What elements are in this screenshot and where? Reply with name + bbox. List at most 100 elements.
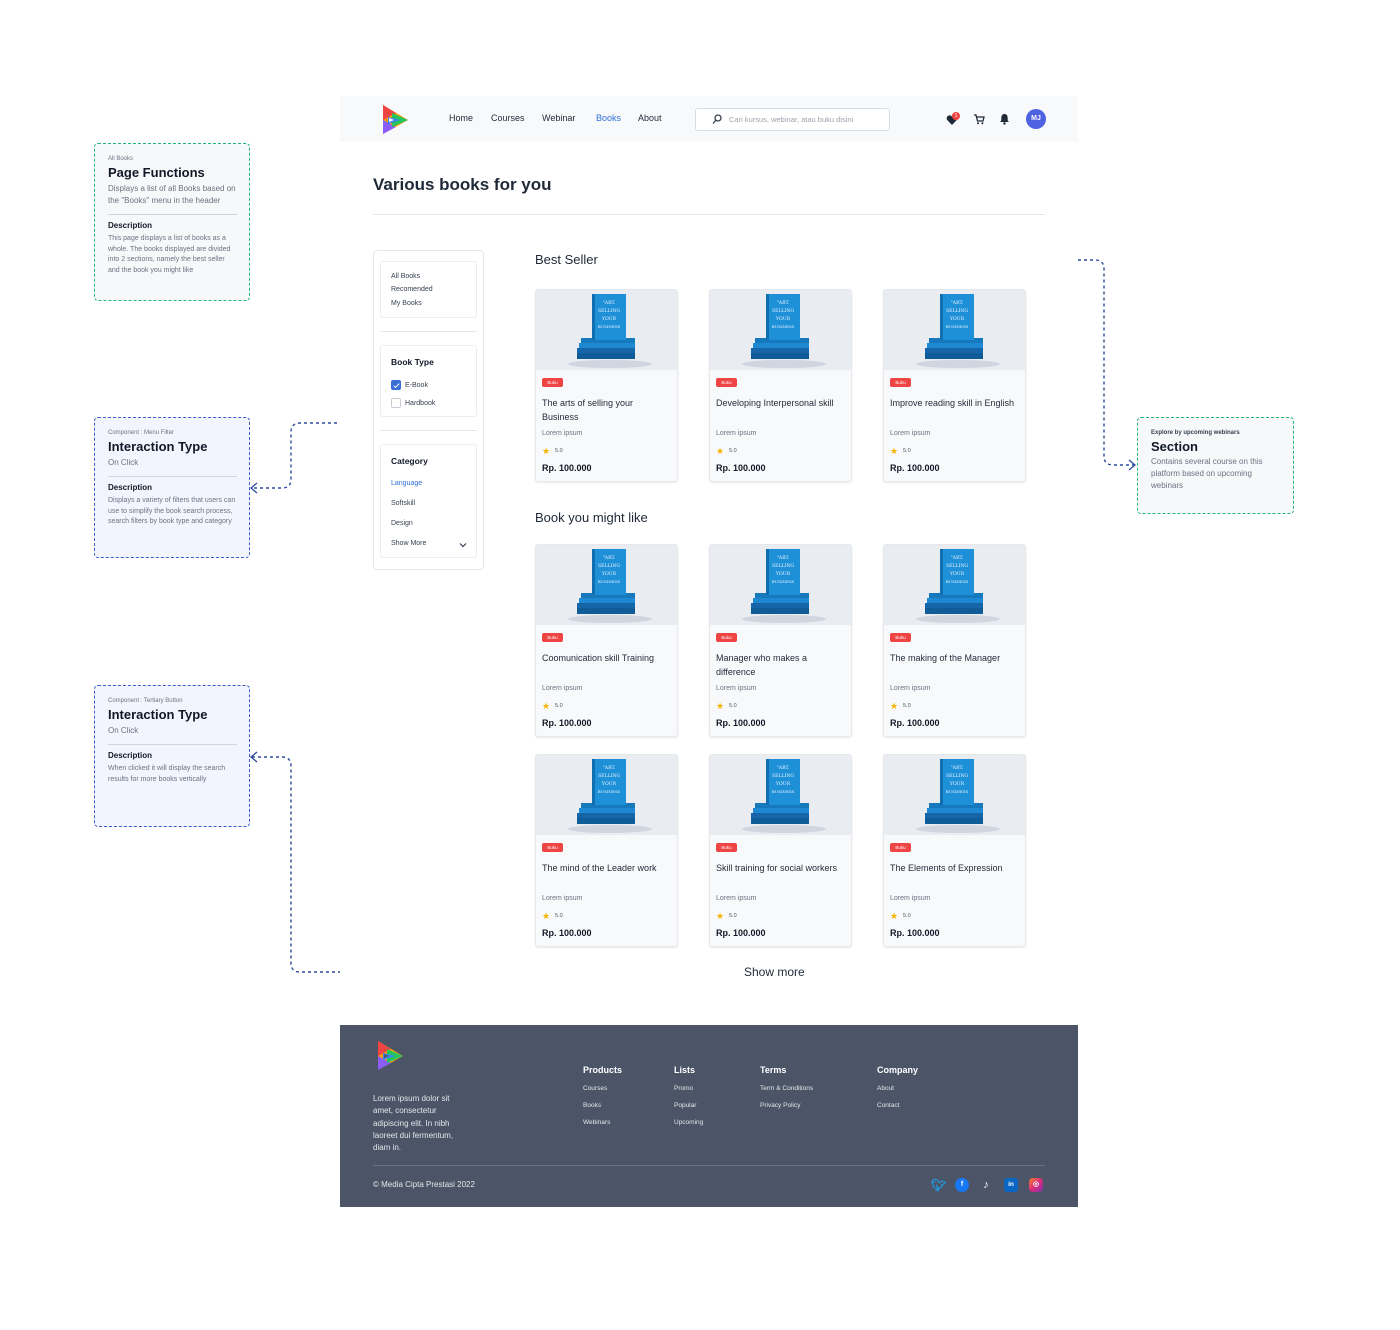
book-card[interactable]: "ART. SELLING YOUR BUSINESS Buku Manager who … — [709, 544, 852, 737]
category-language[interactable]: Language — [391, 480, 422, 487]
book-card[interactable]: "ART. SELLING YOUR BUSINESS Buku Coomunicatio… — [535, 544, 678, 737]
note-divider — [108, 476, 237, 477]
search-icon — [712, 114, 722, 124]
note-title: Interaction Type — [108, 439, 208, 454]
show-more-button[interactable]: Show more — [744, 965, 805, 979]
book-card[interactable]: "ART. SELLING YOUR BUSINESS Buku The mind of … — [535, 754, 678, 947]
footer-link-popular[interactable]: Popular — [674, 1102, 703, 1109]
footer-col-terms: Terms Term & Conditions Privacy Policy — [760, 1065, 813, 1119]
star-icon: ★ — [542, 446, 551, 456]
footer-link-privacy[interactable]: Privacy Policy — [760, 1102, 813, 1109]
nav-home[interactable]: Home — [449, 113, 473, 123]
book-card[interactable]: "ART. SELLING YOUR BUSINESS Buku The making o… — [883, 544, 1026, 737]
note-description-text: When clicked it will display the search … — [108, 765, 226, 783]
book-title: The making of the Manager — [890, 653, 1001, 663]
book-type-tag: Buku — [716, 633, 737, 642]
footer-link-books[interactable]: Books — [583, 1102, 622, 1109]
category-softskill[interactable]: Softskill — [391, 500, 415, 507]
note-description-heading: Description — [108, 751, 153, 760]
footer-link-courses[interactable]: Courses — [583, 1085, 622, 1092]
book-card[interactable]: "ART. SELLING YOUR BUSINESS Buku The arts of … — [535, 289, 678, 482]
book-cover-image: "ART. SELLING YOUR BUSINESS — [536, 290, 677, 370]
nav-books[interactable]: Books — [596, 113, 621, 123]
book-card[interactable]: "ART. SELLING YOUR BUSINESS Buku Improve read… — [883, 289, 1026, 482]
book-description: Lorem ipsum — [890, 685, 931, 692]
book-price: Rp. 100.000 — [542, 718, 592, 728]
note-description-heading: Description — [108, 483, 153, 492]
svg-text:YOUR: YOUR — [775, 781, 791, 787]
svg-text:SELLING: SELLING — [946, 308, 968, 314]
nav-courses[interactable]: Courses — [491, 113, 525, 123]
note-overline: Explore by upcoming webinars — [1151, 430, 1240, 436]
brand-logo[interactable] — [380, 103, 410, 135]
chevron-down-icon[interactable] — [459, 542, 467, 548]
star-icon: ★ — [890, 911, 899, 921]
svg-text:BUSINESS: BUSINESS — [598, 324, 621, 329]
tertiary-button-note: Component : Tertiary Button Interaction … — [94, 685, 250, 827]
avatar[interactable]: MJ — [1026, 109, 1046, 129]
nav-webinar[interactable]: Webinar — [542, 113, 575, 123]
category-design[interactable]: Design — [391, 520, 413, 527]
footer-link-terms[interactable]: Term & Conditions — [760, 1085, 813, 1092]
category-show-more[interactable]: Show More — [391, 540, 426, 547]
books-page-screen: Home Courses Webinar Books About Cari ku… — [340, 96, 1078, 1207]
svg-text:BUSINESS: BUSINESS — [772, 789, 795, 794]
search-input[interactable]: Cari kursus, webinar, atau buku disini — [695, 108, 890, 131]
linkedin-icon[interactable]: in — [1004, 1178, 1018, 1192]
footer-link-upcoming[interactable]: Upcoming — [674, 1119, 703, 1126]
nav-about[interactable]: About — [638, 113, 662, 123]
book-type-tag: Buku — [716, 378, 737, 387]
book-card[interactable]: "ART. SELLING YOUR BUSINESS Buku The Elements… — [883, 754, 1026, 947]
twitter-icon[interactable]: 🐦︎ — [931, 1178, 946, 1192]
search-placeholder: Cari kursus, webinar, atau buku disini — [729, 115, 854, 124]
svg-text:SELLING: SELLING — [946, 773, 968, 779]
title-divider — [373, 214, 1045, 215]
ebook-checkbox[interactable] — [391, 380, 401, 390]
hardbook-checkbox[interactable] — [391, 398, 401, 408]
book-price: Rp. 100.000 — [890, 718, 940, 728]
footer-col-heading: Company — [877, 1065, 919, 1075]
footer-link-webinars[interactable]: Webinars — [583, 1119, 622, 1126]
book-title: The mind of the Leader work — [542, 863, 657, 873]
hardbook-label: Hardbook — [405, 400, 436, 407]
bell-icon[interactable] — [999, 113, 1010, 125]
book-cover-image: "ART. SELLING YOUR BUSINESS — [884, 545, 1025, 625]
star-icon: ★ — [716, 446, 725, 456]
note-description-text: Displays a variety of filters that users… — [108, 497, 236, 525]
footer-link-promo[interactable]: Promo — [674, 1085, 703, 1092]
footer-link-about[interactable]: About — [877, 1085, 918, 1092]
book-card[interactable]: "ART. SELLING YOUR BUSINESS Buku Developing I… — [709, 289, 852, 482]
tiktok-icon[interactable]: ♪ — [979, 1178, 993, 1192]
filter-all-books[interactable]: All Books — [391, 273, 420, 280]
cover-text: "ART. — [777, 765, 790, 771]
note-overline: All Books — [108, 156, 134, 162]
cover-text: "ART. — [951, 300, 964, 306]
filter-my-books[interactable]: My Books — [391, 300, 422, 307]
filter-recomended[interactable]: Recomended — [391, 286, 433, 293]
book-type-tag: Buku — [890, 378, 911, 387]
svg-text:BUSINESS: BUSINESS — [598, 579, 621, 584]
instagram-icon[interactable]: ◎ — [1029, 1178, 1043, 1192]
book-price: Rp. 100.000 — [716, 718, 766, 728]
book-title: Improve reading skill in English — [890, 398, 1015, 408]
svg-text:YOUR: YOUR — [601, 316, 617, 322]
book-card[interactable]: "ART. SELLING YOUR BUSINESS Buku Skill traini… — [709, 754, 852, 947]
star-icon: ★ — [542, 911, 551, 921]
cover-text: "ART. — [777, 555, 790, 561]
cover-text: "ART. — [603, 555, 616, 561]
book-type-tag: Buku — [542, 843, 563, 852]
footer-link-contact[interactable]: Contact — [877, 1102, 918, 1109]
book-type-tag: Buku — [542, 378, 563, 387]
book-description: Lorem ipsum — [542, 895, 583, 902]
menu-filter: All Books Recomended My Books Book Type … — [373, 250, 484, 570]
facebook-icon[interactable]: f — [955, 1178, 969, 1192]
cart-icon[interactable] — [973, 113, 985, 125]
svg-text:BUSINESS: BUSINESS — [772, 579, 795, 584]
note-description-heading: Description — [108, 221, 153, 230]
book-title: The arts of selling your Business — [542, 398, 634, 422]
note-divider — [108, 214, 237, 215]
book-description: Lorem ipsum — [890, 895, 931, 902]
filter-divider — [380, 331, 477, 332]
book-type-tag: Buku — [716, 843, 737, 852]
footer-logo[interactable] — [375, 1039, 405, 1071]
